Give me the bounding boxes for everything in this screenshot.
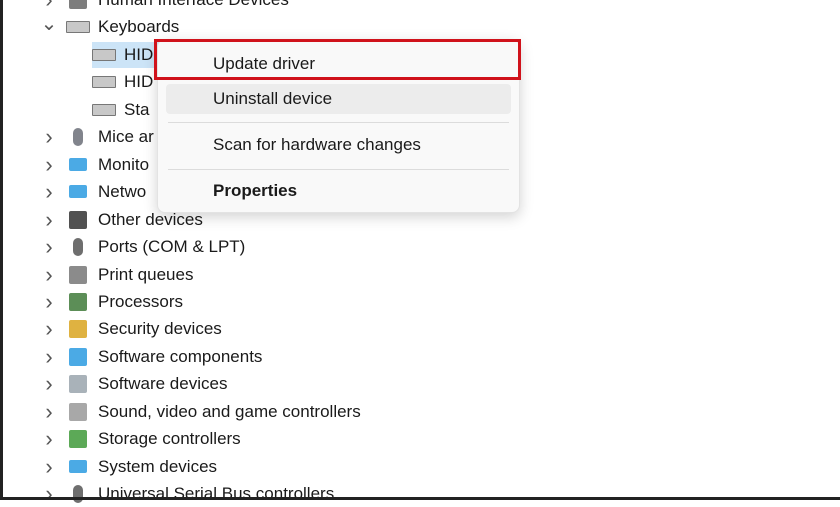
tree-category[interactable]: ⌄ Keyboards <box>40 13 180 40</box>
menu-item-label: Scan for hardware changes <box>213 135 421 154</box>
hid-icon <box>66 0 90 10</box>
menu-separator <box>168 169 509 170</box>
tree-item[interactable]: Sta <box>92 97 150 123</box>
printer-icon <box>66 265 90 285</box>
keyboard-shape <box>92 48 116 61</box>
tree-category[interactable]: › Monito <box>40 152 149 178</box>
tree-item-label: System devices <box>98 456 218 476</box>
chevron-right-icon[interactable]: › <box>40 481 58 506</box>
network-icon <box>66 182 90 202</box>
icon-shape <box>69 320 87 339</box>
storage-controller-icon <box>66 429 90 449</box>
chevron-right-icon[interactable]: › <box>40 152 58 177</box>
tree-category[interactable]: › Print queues <box>40 262 193 288</box>
icon-shape <box>69 292 87 311</box>
port-icon <box>66 237 90 257</box>
speaker-icon <box>66 402 90 422</box>
tree-category[interactable]: › Ports (COM & LPT) <box>40 234 245 260</box>
keyboard-icon <box>92 45 116 65</box>
tree-item-label: Sta <box>124 99 150 119</box>
tree-item-label: Netwo <box>98 182 147 202</box>
icon-shape <box>69 157 87 171</box>
chevron-right-icon[interactable]: › <box>40 426 58 451</box>
menu-item-scan-hardware[interactable]: Scan for hardware changes <box>166 130 511 160</box>
tree-item-label: Mice ar <box>98 127 154 147</box>
tree-item-label: Monito <box>98 154 150 174</box>
keyboard-icon <box>92 72 116 92</box>
chevron-right-icon[interactable]: › <box>40 289 58 314</box>
icon-shape <box>73 238 83 257</box>
icon-shape <box>69 265 87 284</box>
processor-icon <box>66 292 90 312</box>
icon-shape <box>73 485 83 504</box>
chevron-right-icon[interactable]: › <box>40 371 58 396</box>
icon-shape <box>69 185 87 199</box>
keyboard-icon <box>92 100 116 120</box>
tree-item-label: Human Interface Devices <box>98 0 289 10</box>
chevron-right-icon[interactable]: › <box>40 344 58 369</box>
monitor-icon <box>66 155 90 175</box>
chevron-right-icon[interactable]: › <box>40 124 58 149</box>
tree-item-label: HID <box>124 44 154 64</box>
icon-shape <box>69 375 87 394</box>
chevron-right-icon[interactable]: › <box>40 454 58 479</box>
tree-item-label: Software components <box>98 346 263 366</box>
tree-item-label: Universal Serial Bus controllers <box>98 484 335 504</box>
menu-item-properties[interactable]: Properties <box>166 176 511 206</box>
chevron-right-icon[interactable]: › <box>40 207 58 232</box>
icon-shape <box>69 459 87 473</box>
chevron-down-icon[interactable]: ⌄ <box>40 13 58 35</box>
icon-shape <box>69 0 87 9</box>
system-device-icon <box>66 457 90 477</box>
chevron-right-icon[interactable]: › <box>40 399 58 424</box>
chevron-right-icon[interactable]: › <box>40 316 58 341</box>
keyboard-icon <box>66 17 90 37</box>
tree-item[interactable]: HID <box>92 69 153 95</box>
security-device-icon <box>66 319 90 339</box>
usb-icon <box>66 484 90 504</box>
tree-category[interactable]: › Human Interface Devices <box>40 0 289 13</box>
tree-item-label: HID <box>124 72 154 92</box>
chevron-right-icon[interactable]: › <box>40 0 58 12</box>
tree-category[interactable]: › Sound, video and game controllers <box>40 399 361 425</box>
tree-item-label: Storage controllers <box>98 429 241 449</box>
chevron-right-icon[interactable]: › <box>40 179 58 204</box>
tree-item-label: Ports (COM & LPT) <box>98 237 246 257</box>
tree-category[interactable]: › Universal Serial Bus controllers <box>40 481 334 507</box>
menu-item-label: Properties <box>213 181 298 200</box>
icon-shape <box>69 402 87 421</box>
tree-category[interactable]: › Security devices <box>40 316 222 342</box>
tree-category[interactable]: › Netwo <box>40 179 146 205</box>
tree-item-label: Software devices <box>98 374 228 394</box>
tree-item-label: Processors <box>98 291 184 311</box>
menu-item-label: Uninstall device <box>213 89 333 108</box>
keyboard-shape <box>92 76 116 89</box>
chevron-right-icon[interactable]: › <box>40 234 58 259</box>
tree-category[interactable]: › Processors <box>40 289 183 315</box>
tree-item-label: Sound, video and game controllers <box>98 401 361 421</box>
menu-separator <box>168 122 509 123</box>
menu-item-uninstall-device[interactable]: Uninstall device <box>166 84 511 114</box>
unknown-device-icon <box>66 210 90 230</box>
icon-shape <box>73 128 83 147</box>
tree-item-label: Security devices <box>98 319 222 339</box>
software-component-icon <box>66 347 90 367</box>
icon-shape <box>69 347 87 366</box>
keyboard-shape <box>66 21 90 34</box>
tree-category[interactable]: › Mice ar <box>40 124 154 150</box>
chevron-right-icon[interactable]: › <box>40 262 58 287</box>
keyboard-shape <box>92 103 116 116</box>
tree-item-label: Print queues <box>98 264 194 284</box>
mouse-icon <box>66 127 90 147</box>
software-device-icon <box>66 374 90 394</box>
tree-category[interactable]: › Software devices <box>40 371 227 397</box>
tree-category[interactable]: › System devices <box>40 454 217 480</box>
highlight-box <box>154 39 521 80</box>
tree-item-label: Keyboards <box>98 17 180 37</box>
tree-category[interactable]: › Storage controllers <box>40 426 241 452</box>
icon-shape <box>69 210 87 229</box>
icon-shape <box>69 430 87 449</box>
tree-category[interactable]: › Software components <box>40 344 262 370</box>
